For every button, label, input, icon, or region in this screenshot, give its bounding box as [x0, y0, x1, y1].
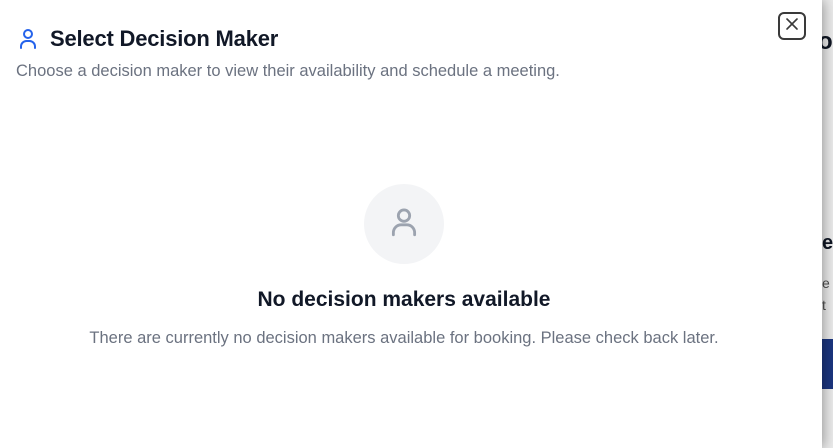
user-icon: [387, 205, 421, 244]
dialog-header: Select Decision Maker: [16, 26, 278, 52]
select-decision-maker-dialog: Select Decision Maker Choose a decision …: [0, 0, 822, 448]
user-icon: [16, 27, 40, 51]
empty-state-avatar: [364, 184, 444, 264]
close-button[interactable]: [778, 12, 806, 40]
empty-state-description: There are currently no decision makers a…: [89, 329, 719, 347]
close-icon: [785, 17, 799, 36]
empty-state-title: No decision makers available: [257, 288, 551, 311]
empty-state: No decision makers available There are c…: [0, 184, 808, 348]
dialog-description: Choose a decision maker to view their av…: [16, 62, 560, 80]
dialog-title: Select Decision Maker: [50, 26, 279, 51]
